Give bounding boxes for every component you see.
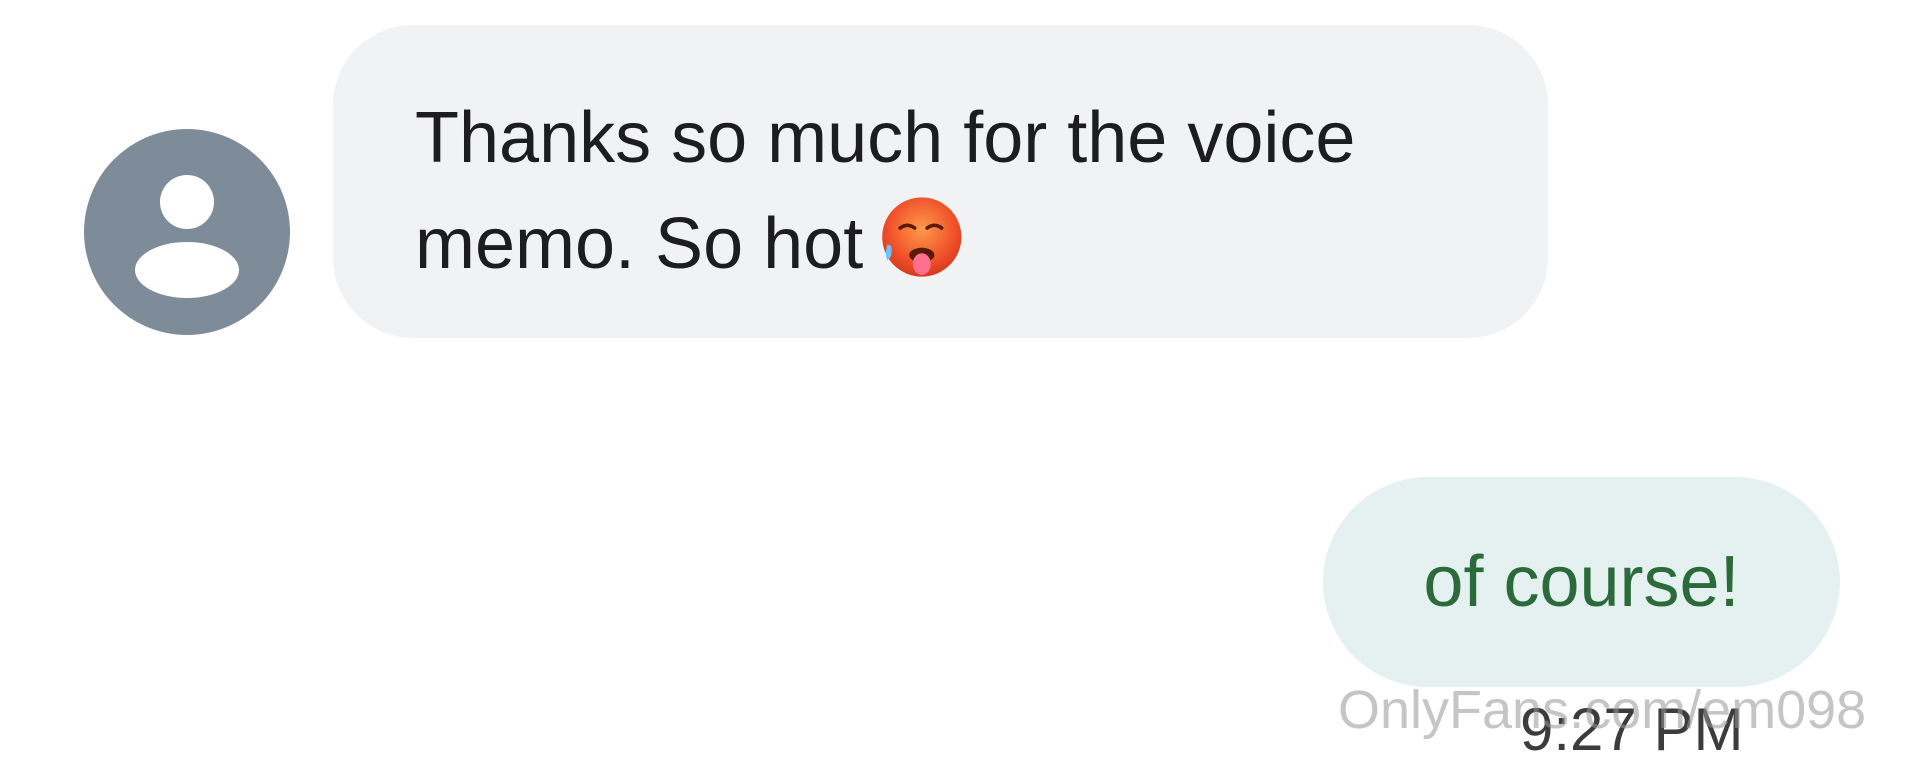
message-line: memo. So hot <box>415 191 1468 297</box>
person-icon <box>135 175 239 298</box>
outgoing-message-text: of course! <box>1423 542 1740 622</box>
message-line: Thanks so much for the voice <box>415 98 1356 178</box>
watermark: OnlyFans.com/em098 <box>1338 680 1867 740</box>
outgoing-message-bubble[interactable]: of course! <box>1323 477 1840 687</box>
incoming-message-bubble[interactable]: Thanks so much for the voice memo. So ho… <box>333 25 1548 338</box>
hot-face-emoji-icon <box>875 192 965 282</box>
message-line-text: memo. So hot <box>415 204 864 284</box>
contact-avatar[interactable] <box>84 129 290 335</box>
